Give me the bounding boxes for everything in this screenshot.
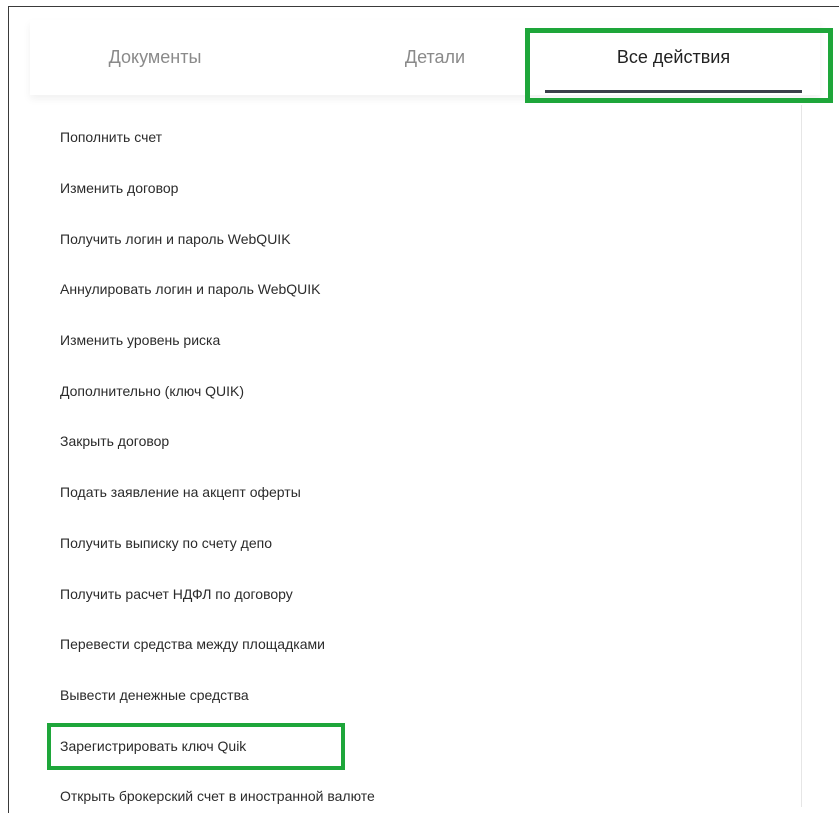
action-depo-statement[interactable]: Получить выписку по счету депо bbox=[60, 518, 760, 569]
action-get-webquik-login[interactable]: Получить логин и пароль WebQUIK bbox=[60, 213, 760, 264]
actions-list: Пополнить счет Изменить договор Получить… bbox=[60, 112, 760, 822]
action-revoke-webquik-login[interactable]: Аннулировать логин и пароль WebQUIK bbox=[60, 264, 760, 315]
tab-details[interactable]: Детали bbox=[320, 20, 550, 95]
action-withdraw-funds[interactable]: Вывести денежные средства bbox=[60, 670, 760, 721]
action-ndfl-calculation[interactable]: Получить расчет НДФЛ по договору bbox=[60, 568, 760, 619]
action-register-quik-key[interactable]: Зарегистрировать ключ Quik bbox=[60, 720, 760, 771]
tab-documents[interactable]: Документы bbox=[30, 20, 280, 95]
active-tab-underline bbox=[545, 90, 802, 93]
action-deposit[interactable]: Пополнить счет bbox=[60, 112, 760, 163]
tab-bar: Документы Детали Все действия bbox=[30, 20, 820, 95]
action-transfer-between-platforms[interactable]: Перевести средства между площадками bbox=[60, 619, 760, 670]
action-additional-quik-key[interactable]: Дополнительно (ключ QUIK) bbox=[60, 365, 760, 416]
action-change-contract[interactable]: Изменить договор bbox=[60, 163, 760, 214]
action-change-risk-level[interactable]: Изменить уровень риска bbox=[60, 315, 760, 366]
content-divider bbox=[801, 105, 802, 807]
tab-all-actions-label: Все действия bbox=[616, 47, 731, 67]
tab-all-actions[interactable]: Все действия bbox=[545, 20, 802, 95]
action-close-contract[interactable]: Закрыть договор bbox=[60, 416, 760, 467]
action-accept-offer[interactable]: Подать заявление на акцепт оферты bbox=[60, 467, 760, 518]
action-open-foreign-currency-account[interactable]: Открыть брокерский счет в иностранной ва… bbox=[60, 771, 760, 822]
